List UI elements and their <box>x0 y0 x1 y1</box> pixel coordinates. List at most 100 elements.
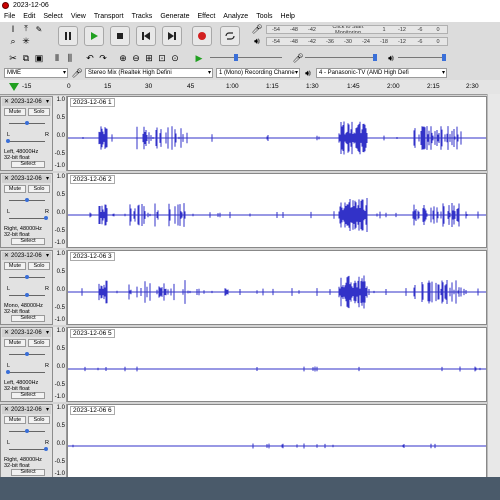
amplitude-scale[interactable]: 1.0 0.5 0.0 -0.5 -1.0 <box>53 404 67 479</box>
track-header[interactable]: ✕ 2023-12-06 ▾ <box>2 252 51 260</box>
gain-slider-thumb[interactable] <box>25 429 29 433</box>
record-button[interactable] <box>192 26 212 46</box>
solo-button[interactable]: Solo <box>28 108 50 116</box>
zoom-tool-icon[interactable]: ⌕ <box>8 36 18 46</box>
paste-icon[interactable]: ▣ <box>34 53 44 63</box>
solo-button[interactable]: Solo <box>28 416 50 424</box>
close-track-icon[interactable]: ✕ <box>4 175 9 183</box>
record-meter[interactable]: -54 -48 -42 Click to Start Monitoring 1 … <box>266 25 448 34</box>
track-menu-chevron-icon[interactable]: ▾ <box>46 98 49 106</box>
select-track-button[interactable]: Select <box>11 469 45 476</box>
amplitude-scale[interactable]: 1.0 0.5 0.0 -0.5 -1.0 <box>53 173 67 248</box>
playback-device-select[interactable]: 4 - Panasonic-TV (AMD High Defi <box>316 68 447 78</box>
cut-icon[interactable]: ✂ <box>8 53 18 63</box>
track-menu-chevron-icon[interactable]: ▾ <box>46 406 49 414</box>
solo-button[interactable]: Solo <box>28 185 50 193</box>
amplitude-scale[interactable]: 1.0 0.5 0.0 -0.5 -1.0 <box>53 250 67 325</box>
audio-host-select[interactable]: MME <box>4 68 68 78</box>
gain-slider-thumb[interactable] <box>25 352 29 356</box>
pause-button[interactable] <box>58 26 78 46</box>
track-header[interactable]: ✕ 2023-12-06 ▾ <box>2 329 51 337</box>
click-to-start-monitoring[interactable]: Click to Start Monitoring <box>321 26 375 33</box>
menu-tracks[interactable]: Tracks <box>132 13 153 20</box>
clip-name[interactable]: 2023-12-06 5 <box>70 329 115 338</box>
track-menu-chevron-icon[interactable]: ▾ <box>46 252 49 260</box>
menu-effect[interactable]: Effect <box>198 13 216 20</box>
waveform-area[interactable]: 2023-12-06 2 <box>67 173 487 248</box>
gain-slider-thumb[interactable] <box>25 275 29 279</box>
menu-edit[interactable]: Edit <box>23 13 35 20</box>
amplitude-scale[interactable]: 1.0 0.5 0.0 -0.5 -1.0 <box>53 96 67 171</box>
play-speed-slider[interactable] <box>210 57 282 58</box>
waveform-area[interactable]: 2023-12-06 1 <box>67 96 487 171</box>
menu-generate[interactable]: Generate <box>160 13 189 20</box>
menu-file[interactable]: File <box>4 13 15 20</box>
clip-name[interactable]: 2023-12-06 6 <box>70 406 115 415</box>
track-header[interactable]: ✕ 2023-12-06 ▾ <box>2 406 51 414</box>
mute-button[interactable]: Mute <box>4 108 26 116</box>
pan-slider-thumb[interactable] <box>25 293 29 297</box>
envelope-tool-icon[interactable]: ⤒ <box>21 24 31 34</box>
clip-name[interactable]: 2023-12-06 1 <box>70 98 115 107</box>
pan-slider-thumb[interactable] <box>6 370 10 374</box>
solo-button[interactable]: Solo <box>28 262 50 270</box>
menu-transport[interactable]: Transport <box>94 13 124 20</box>
speaker-icon[interactable]: 🔊︎ <box>252 36 262 46</box>
mute-button[interactable]: Mute <box>4 185 26 193</box>
recording-device-select[interactable]: Stereo Mix (Realtek High Defini <box>85 68 213 78</box>
select-track-button[interactable]: Select <box>11 315 45 322</box>
redo-icon[interactable]: ↷ <box>98 53 108 63</box>
zoom-out-icon[interactable]: ⊖ <box>131 53 141 63</box>
solo-button[interactable]: Solo <box>28 339 50 347</box>
clip-name[interactable]: 2023-12-06 2 <box>70 175 115 184</box>
menu-tools[interactable]: Tools <box>256 13 272 20</box>
fit-project-icon[interactable]: ⊡ <box>157 53 167 63</box>
mute-button[interactable]: Mute <box>4 416 26 424</box>
loop-button[interactable] <box>220 26 240 46</box>
pan-slider-thumb[interactable] <box>6 139 10 143</box>
menu-analyze[interactable]: Analyze <box>223 13 248 20</box>
microphone-icon[interactable]: 🎤︎ <box>251 24 262 34</box>
draw-tool-icon[interactable]: ✎ <box>34 24 44 34</box>
selection-tool-icon[interactable]: I <box>8 24 18 34</box>
skip-to-end-button[interactable] <box>162 26 182 46</box>
select-track-button[interactable]: Select <box>11 161 45 168</box>
copy-icon[interactable]: ⧉ <box>21 53 31 63</box>
clip-name[interactable]: 2023-12-06 3 <box>70 252 115 261</box>
select-track-button[interactable]: Select <box>11 392 45 399</box>
record-volume-slider[interactable] <box>305 57 377 58</box>
playback-volume-thumb[interactable] <box>442 54 446 61</box>
playback-volume-slider[interactable] <box>398 57 446 58</box>
waveform-area[interactable]: 2023-12-06 6 <box>67 404 487 479</box>
pan-slider[interactable] <box>9 218 45 219</box>
close-track-icon[interactable]: ✕ <box>4 252 9 260</box>
select-track-button[interactable]: Select <box>11 238 45 245</box>
close-track-icon[interactable]: ✕ <box>4 98 9 106</box>
pan-slider[interactable] <box>9 449 45 450</box>
record-volume-thumb[interactable] <box>373 54 377 61</box>
play-speed-thumb[interactable] <box>234 54 238 61</box>
waveform-area[interactable]: 2023-12-06 5 <box>67 327 487 402</box>
timeline-ruler[interactable]: -15 0 15 30 45 1:00 1:15 1:30 1:45 2:00 … <box>0 80 500 95</box>
waveform-area[interactable]: 2023-12-06 3 <box>67 250 487 325</box>
horizontal-scrollbar-area[interactable] <box>0 477 500 500</box>
recording-channels-select[interactable]: 1 (Mono) Recording Channe <box>216 68 300 78</box>
pan-slider-thumb[interactable] <box>44 447 48 451</box>
play-at-speed-icon[interactable]: ▶ <box>194 53 204 63</box>
gain-slider-thumb[interactable] <box>25 198 29 202</box>
pan-slider[interactable] <box>9 372 45 373</box>
mute-button[interactable]: Mute <box>4 262 26 270</box>
fit-selection-icon[interactable]: ⊞ <box>144 53 154 63</box>
play-button[interactable] <box>84 26 104 46</box>
menu-help[interactable]: Help <box>281 13 295 20</box>
stop-button[interactable] <box>110 26 130 46</box>
mute-button[interactable]: Mute <box>4 339 26 347</box>
silence-audio-icon[interactable]: ⫼ <box>65 53 75 63</box>
track-header[interactable]: ✕ 2023-12-06 ▾ <box>2 98 51 106</box>
menu-select[interactable]: Select <box>43 13 62 20</box>
vertical-scrollbar[interactable] <box>487 94 500 477</box>
playback-meter[interactable]: -54 -48 -42 -36 -30 -24 -18 -12 -6 0 <box>266 37 448 46</box>
close-track-icon[interactable]: ✕ <box>4 329 9 337</box>
track-menu-chevron-icon[interactable]: ▾ <box>46 329 49 337</box>
zoom-toggle-icon[interactable]: ⊙ <box>170 53 180 63</box>
